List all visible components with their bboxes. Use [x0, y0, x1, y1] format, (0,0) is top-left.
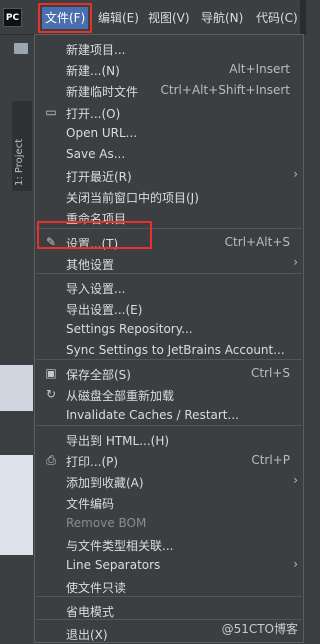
- menu-item-print[interactable]: ⎙ 打印...(P) Ctrl+P: [35, 450, 303, 471]
- menu-item-new-scratch-file[interactable]: 新建临时文件 Ctrl+Alt+Shift+Insert: [35, 80, 303, 101]
- print-icon: ⎙: [46, 453, 56, 467]
- menu-item-label: Invalidate Caches / Restart...: [66, 408, 239, 422]
- menu-item-label: Remove BOM: [66, 516, 147, 530]
- menu-item-new-project[interactable]: 新建项目...: [35, 38, 303, 59]
- menu-item-label: 打印...(P): [66, 455, 119, 469]
- menu-item-label: 导入设置...: [66, 282, 126, 296]
- menu-item-label: Sync Settings to JetBrains Account...: [66, 343, 285, 357]
- menu-edit[interactable]: 编辑(E): [98, 9, 139, 27]
- wrench-icon: ✎: [45, 235, 57, 249]
- menu-item-add-to-favorites[interactable]: 添加到收藏(A) ›: [35, 471, 303, 492]
- background-thumbnail: [0, 365, 33, 411]
- menu-item-label: 文件编码: [66, 497, 115, 511]
- menu-item-shortcut: Ctrl+Alt+Shift+Insert: [160, 83, 290, 97]
- menu-separator: [36, 596, 302, 597]
- submenu-arrow-icon: ›: [293, 557, 298, 571]
- menu-item-shortcut: Ctrl+P: [251, 453, 290, 467]
- menu-item-label: 关闭当前窗口中的项目(J): [66, 191, 199, 205]
- menu-item-sync-settings[interactable]: Sync Settings to JetBrains Account...: [35, 340, 303, 361]
- menu-item-new[interactable]: 新建...(N) Alt+Insert: [35, 59, 303, 80]
- menu-item-remove-bom: Remove BOM: [35, 513, 303, 534]
- menu-navigate[interactable]: 导航(N): [201, 9, 243, 27]
- submenu-arrow-icon: ›: [293, 473, 298, 487]
- menu-item-associate-file-type[interactable]: 与文件类型相关联...: [35, 534, 303, 555]
- menu-item-label: 导出到 HTML...(H): [66, 434, 170, 448]
- menu-item-shortcut: Alt+Insert: [229, 62, 290, 76]
- tool-window-strip: 1: Project: [0, 35, 33, 643]
- menu-item-label: Open URL...: [66, 126, 138, 140]
- menu-item-label: 省电模式: [66, 605, 115, 619]
- menu-separator: [36, 273, 302, 274]
- save-icon: ▣: [45, 366, 57, 380]
- menu-item-label: Settings Repository...: [66, 322, 193, 336]
- menu-separator: [36, 359, 302, 360]
- menu-item-label: 新建临时文件: [66, 85, 139, 99]
- menu-item-label: 新建...(N): [66, 64, 120, 78]
- background-thumbnail: [0, 455, 33, 555]
- menu-item-label: 其他设置: [66, 258, 115, 272]
- menu-item-label: 打开最近(R): [66, 170, 132, 184]
- menu-item-label: 打开...(O): [66, 107, 121, 121]
- menu-item-label: Save As...: [66, 147, 126, 161]
- menu-item-shortcut: Ctrl+S: [250, 366, 290, 380]
- menubar: PC 文件(F) 编辑(E) 视图(V) 导航(N) 代码(C): [0, 0, 306, 35]
- pycharm-logo-icon: PC: [3, 8, 22, 27]
- menu-separator: [36, 228, 302, 229]
- menu-item-label: 添加到收藏(A): [66, 476, 144, 490]
- file-menu-popup: 新建项目... 新建...(N) Alt+Insert 新建临时文件 Ctrl+Alt+…: [34, 34, 304, 643]
- menu-item-label: 退出(X): [66, 628, 108, 642]
- menu-item-label: 重命名项目...: [66, 212, 138, 226]
- menu-item-label: 从磁盘全部重新加载: [66, 389, 175, 403]
- menu-item-rename-project[interactable]: 重命名项目...: [35, 207, 303, 228]
- menu-item-reload-all[interactable]: ↻ 从磁盘全部重新加载: [35, 384, 303, 405]
- menu-item-other-settings[interactable]: 其他设置 ›: [35, 253, 303, 274]
- project-tab-label: 1: Project: [14, 138, 25, 186]
- window-edge: [300, 0, 306, 34]
- menu-code[interactable]: 代码(C): [256, 9, 298, 27]
- menu-item-label: 保存全部(S): [66, 368, 131, 382]
- menu-item-invalidate-caches[interactable]: Invalidate Caches / Restart...: [35, 405, 303, 426]
- menu-item-open-recent[interactable]: 打开最近(R) ›: [35, 165, 303, 186]
- menu-item-open[interactable]: ▭ 打开...(O): [35, 102, 303, 123]
- menu-item-save-as[interactable]: Save As...: [35, 144, 303, 165]
- menu-item-export-html[interactable]: 导出到 HTML...(H): [35, 429, 303, 450]
- reload-icon: ↻: [45, 387, 57, 401]
- menu-item-file-encoding[interactable]: 文件编码: [35, 492, 303, 513]
- folder-icon: ▭: [45, 105, 57, 119]
- menu-item-shortcut: Ctrl+Alt+S: [224, 235, 290, 249]
- menu-item-line-separators[interactable]: Line Separators ›: [35, 555, 303, 576]
- menu-item-settings[interactable]: ✎ 设置...(T) Ctrl+Alt+S: [35, 232, 303, 253]
- watermark: @51CTO博客: [221, 622, 298, 636]
- menu-item-label: 与文件类型相关联...: [66, 539, 174, 553]
- menu-separator: [36, 425, 302, 426]
- menu-item-save-all[interactable]: ▣ 保存全部(S) Ctrl+S: [35, 363, 303, 384]
- menu-item-export-settings[interactable]: 导出设置...(E): [35, 298, 303, 319]
- menu-file[interactable]: 文件(F): [37, 3, 93, 33]
- submenu-arrow-icon: ›: [293, 167, 298, 181]
- folder-icon: [14, 43, 28, 54]
- menu-item-power-save-mode[interactable]: 省电模式: [35, 600, 303, 621]
- menu-item-make-read-only[interactable]: 使文件只读: [35, 576, 303, 597]
- menu-item-import-settings[interactable]: 导入设置...: [35, 277, 303, 298]
- menu-item-label: 设置...(T): [66, 237, 119, 251]
- menu-item-close-project[interactable]: 关闭当前窗口中的项目(J): [35, 186, 303, 207]
- menu-item-settings-repository[interactable]: Settings Repository...: [35, 319, 303, 340]
- project-tool-tab[interactable]: 1: Project: [12, 101, 32, 191]
- menu-item-label: 使文件只读: [66, 581, 127, 595]
- submenu-arrow-icon: ›: [293, 255, 298, 269]
- menu-view[interactable]: 视图(V): [148, 9, 190, 27]
- menu-item-label: 新建项目...: [66, 43, 126, 57]
- menu-item-open-url[interactable]: Open URL...: [35, 123, 303, 144]
- menu-item-label: Line Separators: [66, 558, 161, 572]
- menu-item-label: 导出设置...(E): [66, 303, 143, 317]
